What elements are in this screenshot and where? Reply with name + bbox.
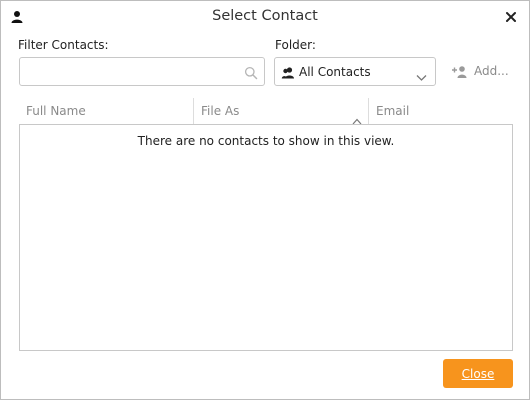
empty-state-message: There are no contacts to show in this vi… [137, 134, 395, 148]
close-icon[interactable] [504, 9, 518, 23]
contacts-icon [281, 65, 295, 79]
title-bar: Select Contact [1, 1, 529, 33]
dialog-title: Select Contact [212, 8, 318, 24]
column-header-file-as[interactable]: File As [193, 98, 368, 125]
filter-contacts-label: Filter Contacts: [18, 38, 109, 52]
sort-ascending-icon [352, 108, 362, 125]
add-contact-button[interactable]: Add... [451, 62, 511, 82]
column-header-email[interactable]: Email [368, 98, 513, 124]
folder-label: Folder: [275, 38, 316, 52]
add-contact-label: Add... [474, 64, 509, 78]
folder-selected-value: All Contacts [299, 65, 371, 79]
contacts-table-body[interactable]: There are no contacts to show in this vi… [19, 124, 513, 351]
add-contact-icon [451, 64, 468, 78]
column-header-full-name[interactable]: Full Name [19, 98, 193, 124]
folder-dropdown[interactable]: All Contacts [274, 57, 436, 86]
filter-contacts-input[interactable] [26, 63, 245, 83]
select-contact-dialog: Select Contact Filter Contacts: Folder: [0, 0, 530, 400]
contacts-table-header: Full Name File As Email [19, 98, 513, 125]
search-icon[interactable] [244, 65, 258, 80]
close-button[interactable]: Close [443, 359, 513, 388]
filter-contacts-field[interactable] [19, 57, 265, 86]
chevron-down-icon [416, 67, 427, 81]
column-header-file-as-label: File As [201, 104, 240, 118]
